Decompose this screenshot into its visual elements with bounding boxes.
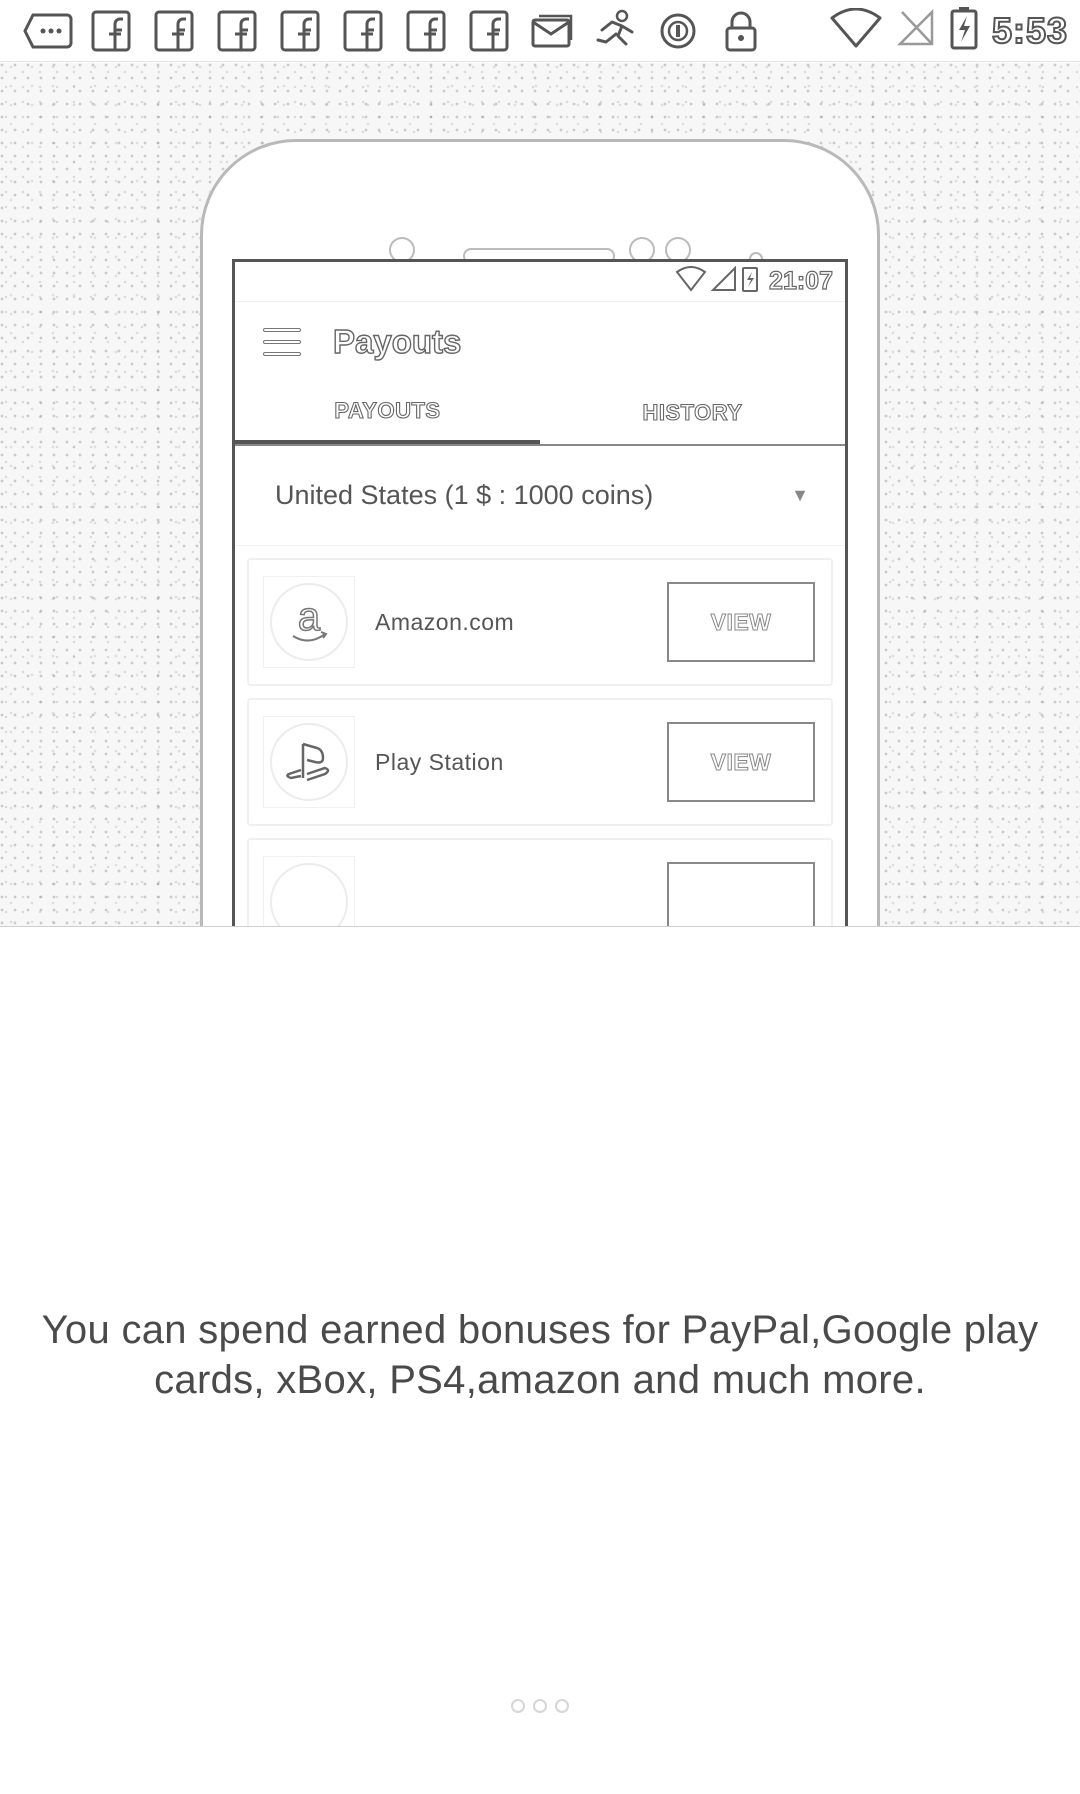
payout-card-partial (247, 838, 833, 926)
no-signal-icon (896, 8, 936, 53)
circle-info-icon (652, 8, 704, 54)
menu-icon (263, 328, 301, 356)
wifi-icon (830, 7, 882, 53)
mini-status-bar: 21:07 (235, 262, 845, 302)
notification-icons (22, 8, 778, 54)
view-button: VIEW (667, 582, 815, 662)
app-bar: Payouts (235, 302, 845, 382)
app-title: Payouts (332, 322, 462, 360)
facebook-icon (274, 8, 326, 54)
tab-bar: PAYOUTS HISTORY (235, 382, 845, 446)
dropdown-arrow-icon: ▼ (791, 485, 809, 505)
view-button (667, 862, 815, 926)
amazon-logo-icon: a (263, 576, 355, 668)
hero-illustration: 21:07 Payouts PAYOUTS HISTORY United Sta… (0, 63, 1080, 927)
payout-name: Amazon.com (375, 608, 515, 635)
fitness-runner-icon (589, 8, 641, 54)
chat-bubble-icon (22, 8, 74, 54)
facebook-icon (148, 8, 200, 54)
facebook-icon (211, 8, 263, 54)
payout-card-playstation: Play Station VIEW (247, 698, 833, 826)
svg-text:a: a (298, 595, 321, 639)
country-selector: United States (1 $ : 1000 coins) ▼ (235, 446, 845, 546)
page-dot[interactable] (555, 1699, 569, 1713)
wifi-icon (675, 266, 707, 297)
lock-icon (715, 8, 767, 54)
payout-card-amazon: a Amazon.com VIEW (247, 558, 833, 686)
tab-history: HISTORY (642, 399, 743, 425)
page-indicator (0, 1699, 1080, 1713)
battery-charging-icon (741, 265, 759, 298)
facebook-icon (337, 8, 389, 54)
facebook-icon (463, 8, 515, 54)
page-dot[interactable] (511, 1699, 525, 1713)
mini-clock: 21:07 (768, 266, 833, 295)
page-dot[interactable] (533, 1699, 547, 1713)
status-bar: 5:53 (0, 0, 1080, 62)
country-selector-label: United States (1 $ : 1000 coins) (275, 480, 654, 510)
signal-icon (710, 265, 737, 297)
facebook-icon (400, 8, 452, 54)
view-button: VIEW (667, 722, 815, 802)
tab-payouts: PAYOUTS (235, 382, 540, 444)
clock: 5:53 (991, 9, 1068, 52)
facebook-icon (85, 8, 137, 54)
playstation-logo-icon (263, 716, 355, 808)
onboarding-caption: You can spend earned bonuses for PayPal,… (41, 1308, 1039, 1402)
payout-name: Play Station (375, 748, 504, 775)
system-status: 5:53 (830, 6, 1068, 55)
phone-screen: 21:07 Payouts PAYOUTS HISTORY United Sta… (232, 259, 848, 926)
mail-icon (526, 8, 578, 54)
xbox-logo-icon (263, 856, 355, 926)
battery-charging-icon (950, 6, 978, 55)
